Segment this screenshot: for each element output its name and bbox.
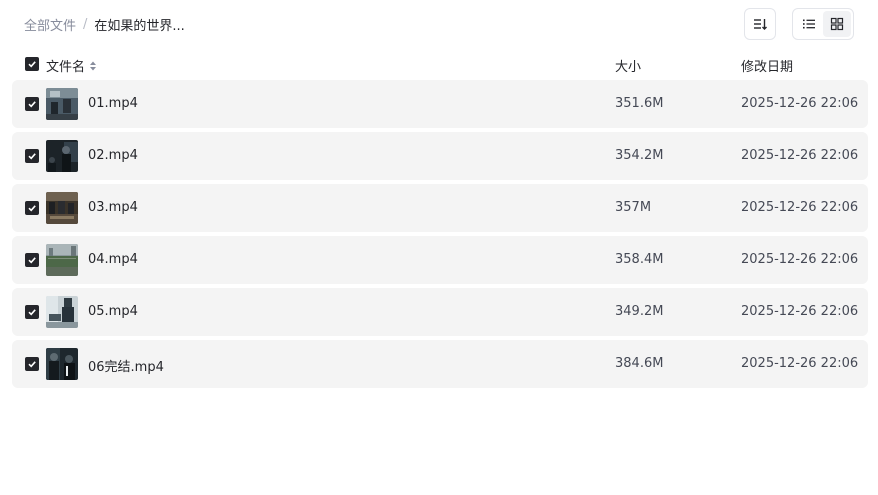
column-header-name[interactable]: 文件名 [46,56,97,75]
file-size: 354.2M [615,148,664,163]
video-thumbnail [46,140,78,172]
grid-view-button[interactable] [823,11,851,37]
row-checkbox[interactable] [25,201,39,215]
table-header: 文件名 大小 修改日期 [12,50,868,78]
sort-button[interactable] [744,8,776,40]
breadcrumb-current-folder: 在如果的世界... [94,19,185,34]
row-checkbox[interactable] [25,357,39,371]
file-date: 2025-12-26 22:06 [741,304,859,319]
file-size: 351.6M [615,96,664,111]
checkmark-icon [28,361,36,368]
view-toggle-group [792,8,854,40]
file-name[interactable]: 01.mp4 [88,96,138,111]
list-view-icon [803,19,815,29]
checkmark-icon [28,257,36,264]
breadcrumb-root-link[interactable]: 全部文件 [24,15,76,34]
breadcrumb: 全部文件 / 在如果的世界... [24,15,185,34]
column-header-date[interactable]: 修改日期 [741,56,793,75]
checkmark-icon [28,101,36,108]
row-checkbox[interactable] [25,97,39,111]
row-checkbox[interactable] [25,305,39,319]
video-thumbnail [46,192,78,224]
file-size: 358.4M [615,252,664,267]
table-row[interactable]: 01.mp4 351.6M 2025-12-26 22:06 [12,80,868,128]
top-bar: 全部文件 / 在如果的世界... [0,0,878,48]
video-thumbnail [46,296,78,328]
table-row[interactable]: 05.mp4 349.2M 2025-12-26 22:06 [12,288,868,336]
grid-view-icon [830,17,844,31]
file-date: 2025-12-26 22:06 [741,252,859,267]
sort-lines-icon [754,19,767,30]
file-list: 01.mp4 351.6M 2025-12-26 22:06 02.mp4 35… [12,80,868,392]
sort-arrows-icon[interactable] [89,60,97,72]
row-checkbox[interactable] [25,149,39,163]
video-thumbnail [46,244,78,276]
file-name[interactable]: 06完结.mp4 [88,356,164,375]
row-checkbox[interactable] [25,253,39,267]
column-header-name-label: 文件名 [46,60,86,75]
video-thumbnail [46,348,78,380]
file-name[interactable]: 02.mp4 [88,148,138,163]
file-date: 2025-12-26 22:06 [741,356,859,371]
file-size: 384.6M [615,356,664,371]
table-row[interactable]: 03.mp4 357M 2025-12-26 22:06 [12,184,868,232]
file-size: 357M [615,200,652,215]
breadcrumb-separator: / [83,17,88,32]
list-view-button[interactable] [795,11,823,37]
select-all-checkbox[interactable] [25,57,39,71]
checkmark-icon [28,309,36,316]
column-header-size[interactable]: 大小 [615,56,641,75]
file-size: 349.2M [615,304,664,319]
file-date: 2025-12-26 22:06 [741,200,859,215]
checkmark-icon [28,153,36,160]
file-date: 2025-12-26 22:06 [741,148,859,163]
file-date: 2025-12-26 22:06 [741,96,859,111]
table-row[interactable]: 04.mp4 358.4M 2025-12-26 22:06 [12,236,868,284]
video-thumbnail [46,88,78,120]
file-name[interactable]: 04.mp4 [88,252,138,267]
file-name[interactable]: 03.mp4 [88,200,138,215]
checkmark-icon [28,205,36,212]
checkmark-icon [28,61,36,68]
table-row[interactable]: 02.mp4 354.2M 2025-12-26 22:06 [12,132,868,180]
table-row[interactable]: 06完结.mp4 384.6M 2025-12-26 22:06 [12,340,868,388]
file-name[interactable]: 05.mp4 [88,304,138,319]
